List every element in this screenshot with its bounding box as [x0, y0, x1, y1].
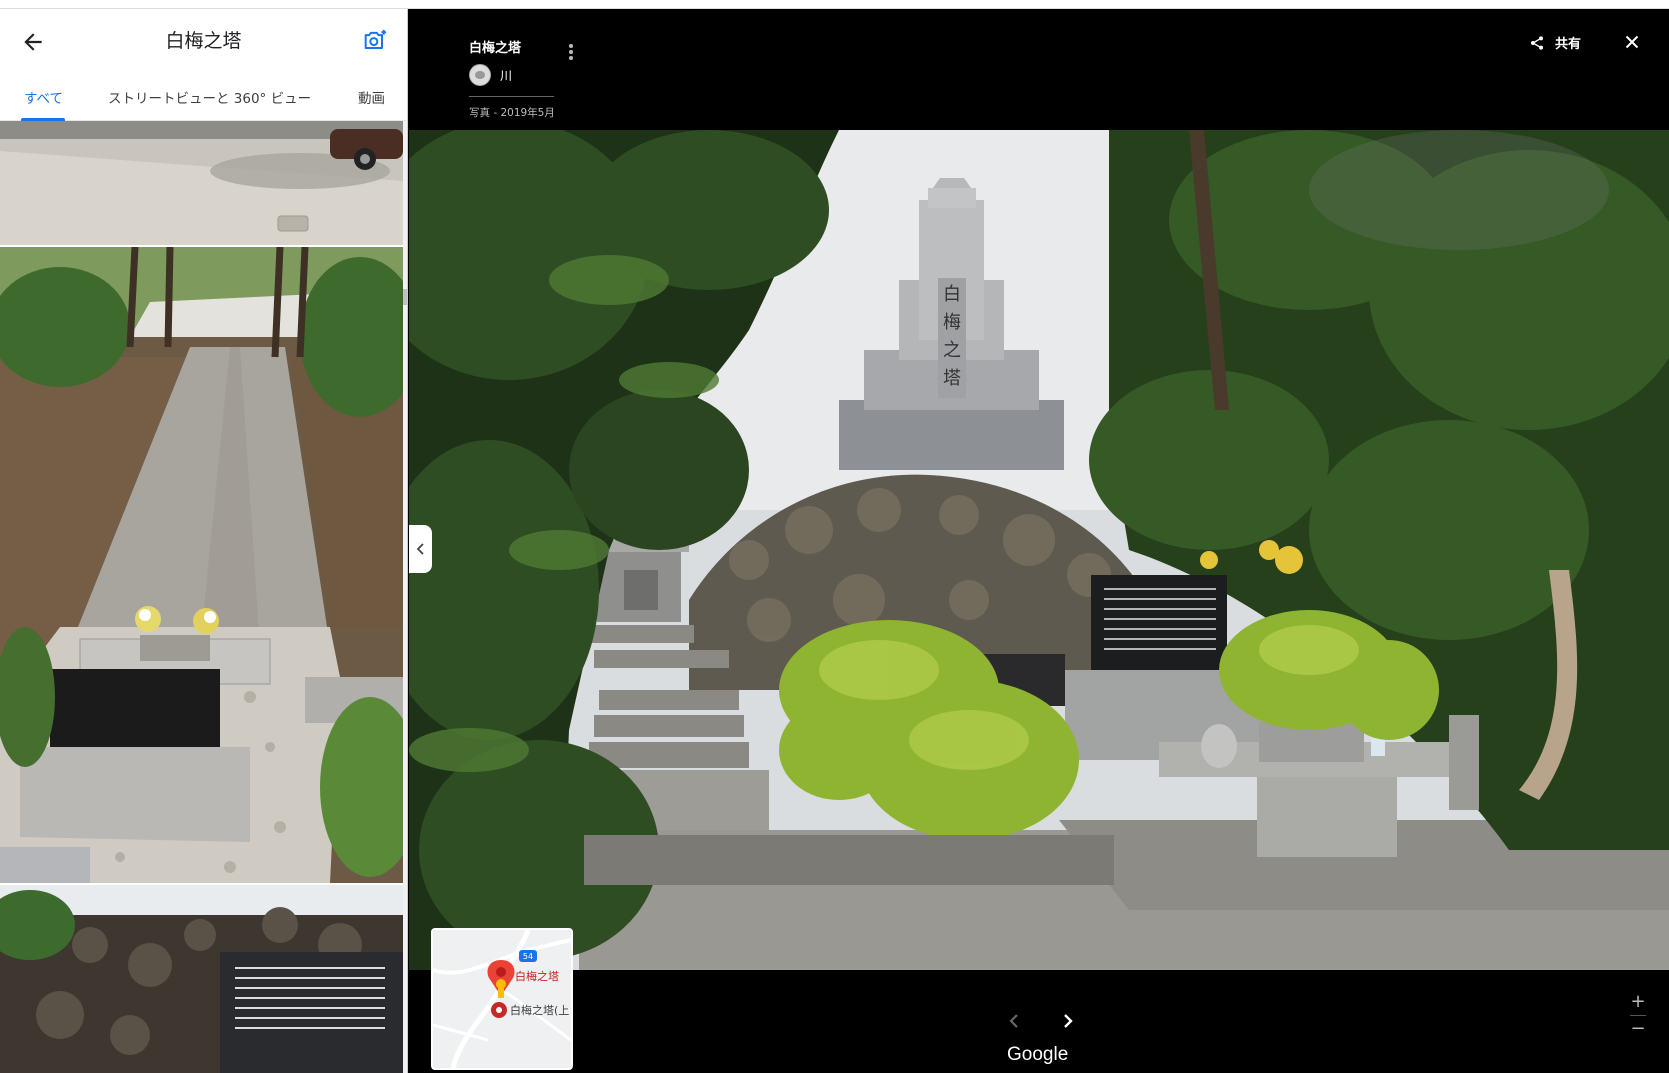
share-icon	[1530, 35, 1543, 50]
zoom-in-icon[interactable]: +	[1629, 991, 1647, 1013]
photo-thumbnail-memorial-path[interactable]	[0, 247, 403, 883]
photo-thumbnail-rock-wall[interactable]	[0, 885, 403, 1073]
map-pin-label: 白梅之塔	[515, 969, 559, 983]
collapse-sidebar-button[interactable]	[409, 525, 432, 573]
photo-sidebar: 白梅之塔 すべて ストリートビューと 360° ビュー 動画	[0, 9, 408, 1073]
zoom-controls: + −	[1629, 991, 1647, 1040]
sidebar-scrollbar-thumb[interactable]	[403, 289, 407, 305]
photo-thumbnail-list	[0, 121, 405, 1073]
main-photo[interactable]: 白 梅 之 塔	[409, 130, 1669, 970]
chevron-left-icon	[416, 543, 424, 555]
google-logo: Google	[1007, 1044, 1069, 1065]
photo-date: 写真 - 2019年5月	[469, 107, 555, 119]
share-label: 共有	[1554, 37, 1581, 52]
sidebar-header: 白梅之塔	[0, 9, 407, 73]
mini-map[interactable]: 54 白梅之塔 白梅之塔(上	[431, 928, 573, 1070]
more-vert-icon[interactable]	[567, 42, 575, 64]
photo-info: 白梅之塔 川 写真 - 2019年5月	[469, 37, 555, 120]
author-name: 川	[500, 68, 513, 83]
next-photo-button[interactable]	[1056, 1009, 1080, 1033]
browser-top-strip	[0, 0, 1669, 9]
avatar	[469, 64, 491, 86]
author-row[interactable]: 川	[469, 64, 555, 86]
svg-text:塔: 塔	[943, 368, 961, 389]
photo-tabs: すべて ストリートビューと 360° ビュー 動画	[0, 73, 407, 121]
photo-viewer: 白梅之塔 川 写真 - 2019年5月 共有 白 梅 之 塔 54 白梅之塔 白…	[409, 9, 1669, 1073]
photo-thumbnail-parking[interactable]	[0, 121, 403, 245]
chevron-left-icon	[1009, 1014, 1018, 1028]
sidebar-scrollbar[interactable]	[403, 121, 407, 1073]
tab-all[interactable]: すべて	[24, 87, 63, 107]
svg-text:之: 之	[943, 340, 961, 361]
previous-photo-button[interactable]	[1002, 1009, 1026, 1033]
road-number: 54	[523, 952, 533, 961]
zoom-out-icon[interactable]: −	[1629, 1018, 1647, 1040]
share-button[interactable]: 共有	[1529, 33, 1581, 52]
map-place-label: 白梅之塔(上	[510, 1003, 569, 1017]
info-divider	[469, 96, 554, 97]
svg-text:白: 白	[943, 284, 961, 305]
tab-videos[interactable]: 動画	[358, 87, 385, 107]
close-icon[interactable]	[1621, 31, 1643, 53]
zoom-divider	[1630, 1015, 1646, 1016]
sidebar-title: 白梅之塔	[165, 30, 242, 52]
add-photo-icon[interactable]	[361, 27, 389, 55]
svg-text:梅: 梅	[943, 312, 961, 333]
place-name[interactable]: 白梅之塔	[469, 37, 555, 56]
chevron-right-icon	[1064, 1014, 1073, 1028]
tab-street-view-360[interactable]: ストリートビューと 360° ビュー	[108, 87, 311, 107]
